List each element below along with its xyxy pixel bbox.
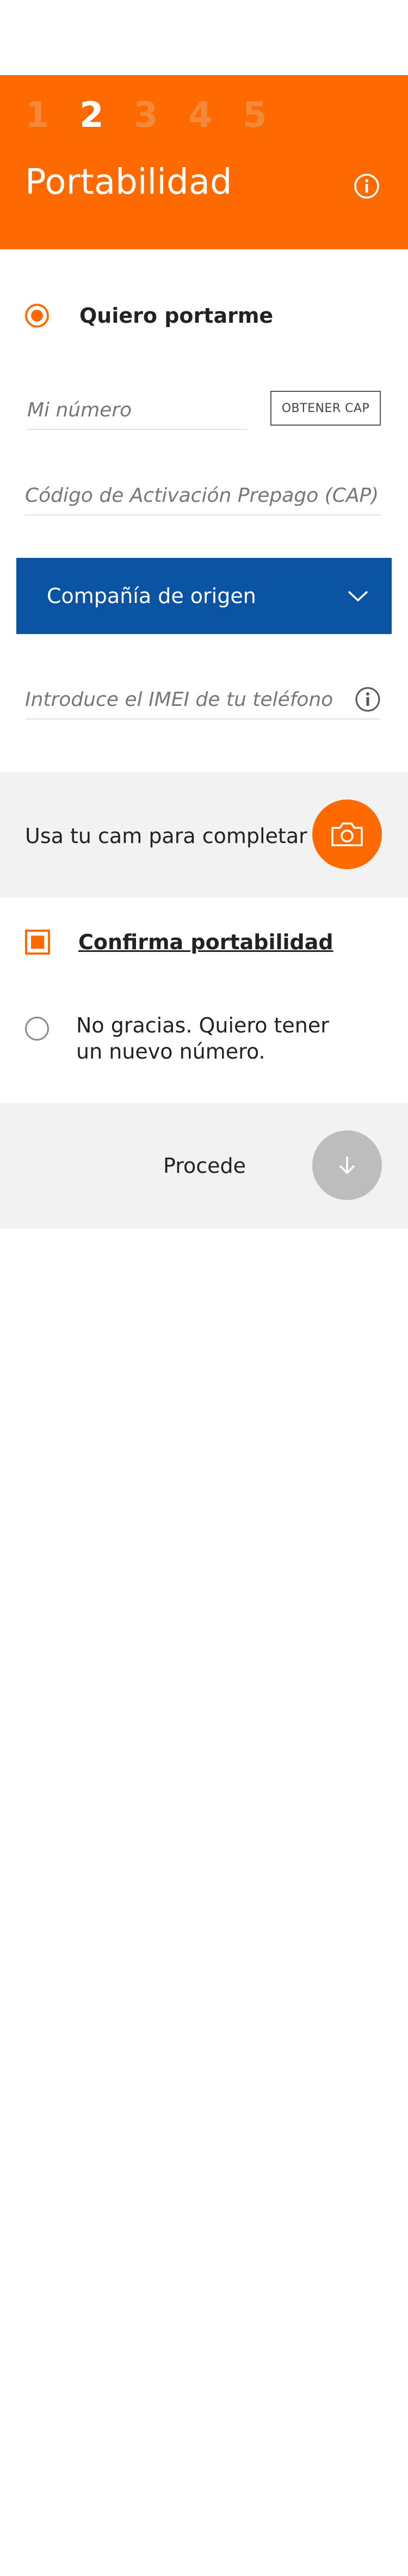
my-number-field[interactable] — [27, 391, 248, 430]
camera-label: Usa tu cam para completar — [25, 824, 307, 848]
radio-port-selected[interactable] — [25, 304, 49, 328]
proceed-label: Procede — [163, 1154, 246, 1178]
cap-input[interactable] — [25, 476, 381, 514]
page-title: Portabilidad — [25, 162, 232, 202]
confirm-portability-checkbox[interactable] — [25, 930, 50, 955]
info-icon[interactable] — [354, 173, 380, 199]
radio-new-number[interactable] — [25, 1017, 49, 1041]
chevron-down-icon — [348, 591, 368, 602]
proceed-band: Procede — [0, 1103, 408, 1228]
step-3: 3 — [134, 95, 158, 136]
step-2-active: 2 — [79, 95, 104, 136]
option-new-number-line2: un nuevo número. — [76, 1040, 265, 1063]
option-port-row[interactable]: Quiero portarme — [25, 304, 273, 328]
company-select[interactable]: Compañía de origen — [16, 558, 392, 634]
imei-field[interactable] — [25, 680, 381, 720]
arrow-down-icon — [339, 1157, 355, 1175]
imei-input[interactable] — [25, 680, 355, 718]
cap-field[interactable] — [25, 476, 381, 515]
option-port-label: Quiero portarme — [79, 304, 274, 328]
my-number-input[interactable] — [27, 391, 248, 429]
confirm-portability-label[interactable]: Confirma portabilidad — [78, 930, 333, 954]
option-new-number-line1: No gracias. Quiero tener — [76, 1013, 329, 1037]
company-select-label: Compañía de origen — [47, 584, 256, 608]
top-bar — [0, 0, 408, 75]
option-new-number-label: No gracias. Quiero tener un nuevo número… — [76, 1012, 329, 1065]
get-cap-button[interactable]: OBTENER CAP — [270, 391, 381, 426]
camera-button[interactable] — [312, 800, 382, 869]
confirm-portability-row[interactable]: Confirma portabilidad — [25, 930, 333, 955]
header-banner: 1 2 3 4 5 Portabilidad — [0, 75, 408, 249]
step-5: 5 — [243, 95, 267, 136]
camera-icon — [331, 822, 363, 846]
camera-band: Usa tu cam para completar — [0, 772, 408, 897]
option-new-number-row[interactable] — [25, 1017, 49, 1041]
proceed-button[interactable] — [312, 1130, 382, 1200]
imei-info-icon[interactable] — [355, 686, 381, 712]
step-4: 4 — [188, 95, 213, 136]
step-indicator: 1 2 3 4 5 — [25, 95, 297, 136]
step-1: 1 — [25, 95, 50, 136]
